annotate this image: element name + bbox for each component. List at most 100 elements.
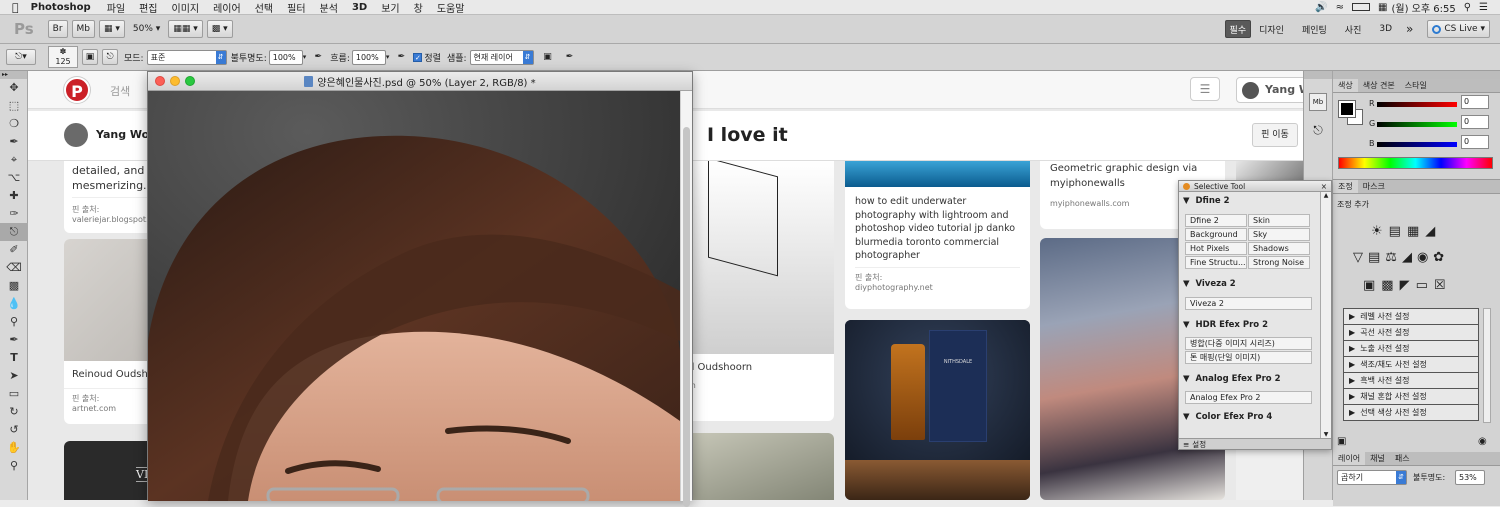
volume-icon[interactable]: 🔊 — [1315, 2, 1327, 13]
posterize-icon[interactable]: ▩ — [1381, 278, 1393, 293]
preset-hue-saturation[interactable]: ▶ 색조/채도 사전 설정 — [1344, 357, 1478, 373]
path-selection-tool-icon[interactable]: ➤ — [0, 367, 28, 385]
brush-tool-icon[interactable]: ✑ — [0, 205, 28, 223]
workspace-essentials[interactable]: 필수 — [1224, 20, 1252, 38]
shape-tool-icon[interactable]: ▭ — [0, 385, 28, 403]
group-analog-efex[interactable]: ▼ Analog Efex Pro 2 — [1179, 370, 1320, 388]
dfine-background-button[interactable]: Background — [1185, 228, 1247, 241]
type-tool-icon[interactable]: T — [0, 349, 28, 367]
arrange-documents-button[interactable]: ▦▦ ▾ — [168, 20, 203, 38]
clone-stamp-tool-icon[interactable]: ⎋ — [0, 223, 28, 241]
mini-bridge-panel-icon[interactable]: Mb — [1309, 93, 1327, 111]
close-window-icon[interactable] — [155, 76, 165, 86]
eyedropper-tool-icon[interactable]: ⌥ — [0, 169, 28, 187]
group-viveza[interactable]: ▼ Viveza 2 — [1179, 275, 1320, 293]
vertical-scrollbar[interactable] — [680, 91, 692, 507]
tab-paths[interactable]: 패스 — [1390, 452, 1415, 465]
menu-button[interactable]: ☰ — [1190, 77, 1220, 101]
menu-view[interactable]: 보기 — [381, 0, 399, 15]
pressure-opacity-icon[interactable]: ✒ — [310, 49, 326, 65]
menu-analysis[interactable]: 분석 — [320, 0, 338, 15]
selective-tool-scrollbar[interactable]: ▲ ▼ — [1320, 192, 1331, 438]
more-workspaces-button[interactable]: » — [1402, 20, 1417, 38]
document-titlebar[interactable]: 양은혜인물사진.psd @ 50% (Layer 2, RGB/8) * — [148, 72, 692, 91]
dfine2-button[interactable]: Dfine 2 — [1185, 214, 1247, 227]
hdr-merge-button[interactable]: 병합(다중 이미지 시리즈) — [1185, 337, 1312, 350]
curves-icon[interactable]: ▦ — [1407, 224, 1419, 239]
clock[interactable]: (월) 오후 6:55 — [1391, 0, 1455, 15]
tab-masks[interactable]: 마스크 — [1358, 180, 1390, 193]
healing-brush-tool-icon[interactable]: ✚ — [0, 187, 28, 205]
menu-select[interactable]: 선택 — [255, 0, 273, 15]
tab-layers[interactable]: 레이어 — [1333, 452, 1366, 465]
opacity-dropdown-icon[interactable]: ▾ — [303, 53, 307, 61]
gradient-map-icon[interactable]: ▭ — [1416, 278, 1428, 293]
levels-icon[interactable]: ▤ — [1389, 224, 1401, 239]
viveza2-button[interactable]: Viveza 2 — [1185, 297, 1312, 310]
scrollbar-thumb[interactable] — [683, 127, 690, 507]
green-value[interactable]: 0 — [1461, 115, 1489, 129]
tab-adjustments[interactable]: 조정 — [1333, 180, 1358, 193]
flow-dropdown-icon[interactable]: ▾ — [386, 53, 390, 61]
panel-close-icon[interactable]: × — [1321, 182, 1327, 191]
gradient-tool-icon[interactable]: ▩ — [0, 277, 28, 295]
layer-opacity-field[interactable]: 53% — [1455, 470, 1485, 485]
blend-mode-select[interactable]: 곱하기 ⇵ — [1337, 470, 1407, 485]
toggle-brush-panel-icon[interactable]: ▣ — [82, 49, 98, 65]
presets-scrollbar[interactable] — [1483, 308, 1491, 423]
group-color-efex[interactable]: ▼ Color Efex Pro 4 — [1179, 408, 1320, 426]
pen-tool-icon[interactable]: ✒ — [0, 331, 28, 349]
history-brush-tool-icon[interactable]: ✐ — [0, 241, 28, 259]
dfine-strong-noise-button[interactable]: Strong Noise — [1248, 256, 1310, 269]
pin-card[interactable]: NITHSDALE — [845, 320, 1030, 500]
menu-3d[interactable]: 3D — [352, 2, 367, 13]
tab-color[interactable]: 색상 — [1333, 79, 1358, 92]
analog-efex-button[interactable]: Analog Efex Pro 2 — [1185, 391, 1312, 404]
photo-filter-icon[interactable]: ◉ — [1417, 250, 1428, 265]
dfine-shadows-button[interactable]: Shadows — [1248, 242, 1310, 255]
selective-tool-footer[interactable]: ≡ 설정 — [1179, 438, 1331, 449]
scroll-down-icon[interactable]: ▼ — [1321, 431, 1331, 438]
preset-exposure[interactable]: ▶ 노출 사전 설정 — [1344, 341, 1478, 357]
eraser-tool-icon[interactable]: ⌫ — [0, 259, 28, 277]
pin-card[interactable]: d Oudshoorn m — [684, 161, 834, 421]
tab-styles[interactable]: 스타일 — [1400, 79, 1432, 92]
menu-file[interactable]: 파일 — [107, 0, 125, 15]
panel-footer-icon[interactable]: ▣ — [1337, 436, 1346, 447]
hand-tool-icon[interactable]: ✋ — [0, 439, 28, 457]
dfine-skin-button[interactable]: Skin — [1248, 214, 1310, 227]
crop-tool-icon[interactable]: ⌖ — [0, 151, 28, 169]
app-menu[interactable]: Photoshop — [31, 2, 91, 13]
vibrance-icon[interactable]: ▽ — [1353, 250, 1363, 265]
dodge-tool-icon[interactable]: ⚲ — [0, 313, 28, 331]
scroll-up-icon[interactable]: ▲ — [1321, 192, 1331, 199]
minimize-window-icon[interactable] — [170, 76, 180, 86]
selective-color-icon[interactable]: ☒ — [1434, 278, 1446, 293]
screen-mode-button[interactable]: ▩ ▾ — [206, 20, 233, 38]
hdr-tonemap-button[interactable]: 톤 매핑(단일 이미지) — [1185, 351, 1312, 364]
pin-card[interactable] — [1236, 449, 1303, 500]
profile-button[interactable]: Yang W — [1236, 77, 1303, 103]
pin-source[interactable]: m — [684, 381, 834, 390]
ignore-adjustment-layers-icon[interactable]: ▣ — [540, 49, 556, 65]
preset-black-white[interactable]: ▶ 흑백 사전 설정 — [1344, 373, 1478, 389]
lasso-tool-icon[interactable]: ❍ — [0, 115, 28, 133]
exposure-icon[interactable]: ◢ — [1425, 224, 1435, 239]
aligned-checkbox[interactable]: ✓ — [413, 52, 423, 62]
panel-footer-icon-2[interactable]: ◉ — [1478, 436, 1487, 447]
pin-source[interactable]: diyphotography.net — [855, 283, 1020, 292]
brush-size-picker[interactable]: ✽ 125 — [48, 46, 78, 68]
selective-tool-titlebar[interactable]: Selective Tool × — [1179, 181, 1331, 192]
group-hdr-efex[interactable]: ▼ HDR Efex Pro 2 — [1179, 316, 1320, 334]
tab-swatches[interactable]: 색상 견본 — [1358, 79, 1400, 92]
workspace-painting[interactable]: 페인팅 — [1298, 20, 1331, 38]
pin-card[interactable] — [684, 433, 834, 500]
workspace-photography[interactable]: 사진 — [1341, 20, 1366, 38]
preset-levels[interactable]: ▶ 레벨 사전 설정 — [1344, 309, 1478, 325]
color-balance-icon[interactable]: ⚖ — [1385, 250, 1397, 265]
flow-field[interactable]: 100% — [351, 49, 386, 65]
mini-bridge-button[interactable]: Mb — [71, 20, 96, 38]
threshold-icon[interactable]: ◤ — [1400, 278, 1410, 293]
workspace-3d[interactable]: 3D — [1375, 20, 1396, 38]
move-pin-button[interactable]: 핀 이동 — [1252, 123, 1298, 147]
